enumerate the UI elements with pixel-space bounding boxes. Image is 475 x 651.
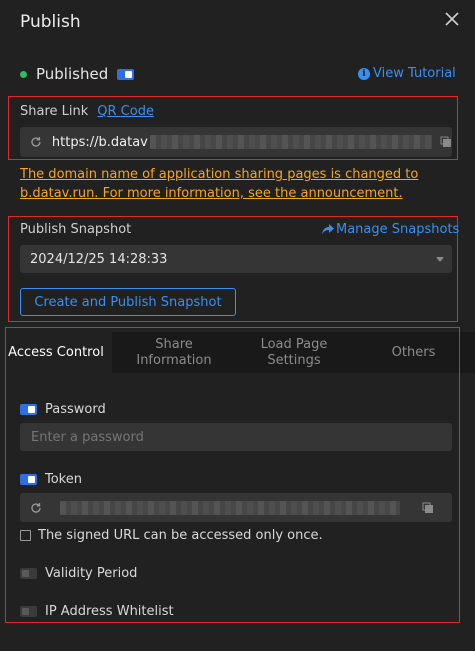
share-link-url: https://b.datav [51, 134, 148, 150]
token-redaction [60, 500, 400, 515]
view-tutorial-label: View Tutorial [373, 66, 456, 81]
snapshot-selected-value: 2024/12/25 14:28:33 [30, 251, 168, 267]
share-link-label: Share Link [20, 104, 89, 119]
token-field[interactable] [20, 493, 452, 522]
create-publish-snapshot-button[interactable]: Create and Publish Snapshot [20, 288, 236, 316]
ip-whitelist-option: IP Address Whitelist [20, 601, 174, 621]
copy-icon[interactable] [422, 502, 434, 514]
signed-url-once-checkbox[interactable] [20, 529, 31, 541]
validity-period-option: Validity Period [20, 563, 137, 583]
qr-code-link[interactable]: QR Code [97, 104, 154, 119]
view-tutorial-link[interactable]: i View Tutorial [358, 66, 456, 81]
publish-status: Published [20, 63, 135, 85]
status-dot [20, 70, 27, 78]
publish-toggle[interactable] [117, 68, 135, 80]
validity-period-toggle[interactable] [20, 567, 37, 579]
refresh-icon [31, 137, 41, 147]
status-label: Published [36, 65, 109, 83]
url-redaction [149, 135, 433, 149]
publish-snapshot-label: Publish Snapshot [20, 222, 132, 237]
token-label: Token [45, 471, 82, 487]
chevron-down-icon [436, 257, 444, 262]
manage-snapshots-label: Manage Snapshots [336, 222, 460, 237]
refresh-icon[interactable] [30, 502, 42, 514]
token-option: Token [20, 469, 82, 489]
share-arrow-icon [322, 224, 334, 235]
ip-whitelist-label: IP Address Whitelist [45, 603, 174, 619]
manage-snapshots-link[interactable]: Manage Snapshots [322, 222, 459, 237]
validity-period-label: Validity Period [45, 565, 138, 581]
ip-whitelist-toggle[interactable] [20, 605, 37, 617]
share-link-header: Share Link QR Code [20, 104, 154, 119]
signed-url-once-option[interactable]: The signed URL can be accessed only once… [20, 525, 323, 545]
password-option: Password [20, 399, 106, 419]
signed-url-once-label: The signed URL can be accessed only once… [38, 527, 323, 543]
password-label: Password [45, 401, 106, 417]
close-icon[interactable] [443, 10, 461, 28]
copy-icon[interactable] [440, 136, 452, 148]
password-input[interactable] [20, 423, 452, 451]
info-icon: i [358, 67, 370, 80]
dialog-title: Publish [20, 12, 81, 32]
domain-notice-link[interactable]: The domain name of application sharing p… [20, 165, 420, 203]
token-toggle[interactable] [20, 473, 37, 485]
snapshot-select[interactable]: 2024/12/25 14:28:33 [20, 245, 452, 273]
share-link-field[interactable]: https://b.datav [20, 127, 452, 157]
password-toggle[interactable] [20, 403, 37, 415]
